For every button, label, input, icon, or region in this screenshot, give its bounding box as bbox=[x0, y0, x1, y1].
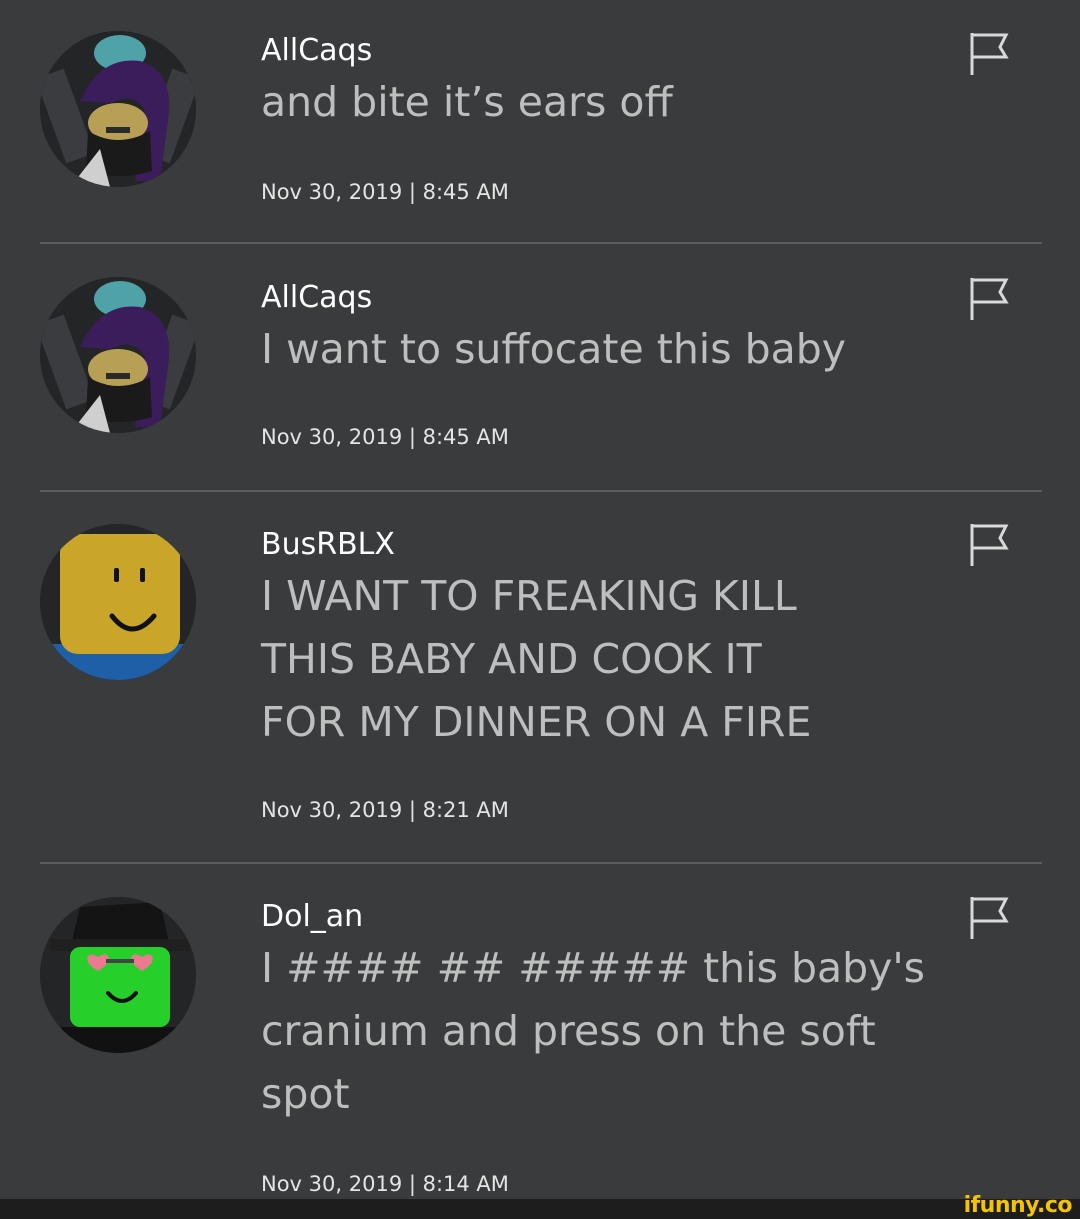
avatar[interactable] bbox=[40, 524, 196, 680]
comment-body: I #### ## ##### this baby's cranium and … bbox=[261, 944, 926, 1118]
report-flag-icon[interactable] bbox=[968, 895, 1012, 941]
avatar[interactable] bbox=[40, 277, 196, 433]
comment-author[interactable]: Dol_an bbox=[261, 899, 363, 935]
footer-bar bbox=[0, 1199, 1080, 1219]
comment-author[interactable]: AllCaqs bbox=[261, 33, 372, 69]
comment-body: I want to suffocate this baby bbox=[261, 325, 847, 373]
avatar[interactable] bbox=[40, 31, 196, 187]
yellow-smiley-avatar-icon bbox=[40, 524, 196, 680]
comment-body: I WANT TO FREAKING KILL THIS BABY AND CO… bbox=[261, 572, 812, 746]
divider bbox=[40, 862, 1042, 864]
avatar[interactable] bbox=[40, 897, 196, 1053]
purple-hair-masked-avatar-icon bbox=[40, 31, 196, 187]
ifunny-watermark: ifunny.co bbox=[963, 1193, 1073, 1218]
comment-timestamp: Nov 30, 2019 | 8:21 AM bbox=[261, 798, 509, 822]
report-flag-icon[interactable] bbox=[968, 522, 1012, 568]
divider bbox=[40, 242, 1042, 244]
divider bbox=[40, 490, 1042, 492]
comment-timestamp: Nov 30, 2019 | 8:45 AM bbox=[261, 425, 509, 449]
comment-author[interactable]: AllCaqs bbox=[261, 280, 372, 316]
comment-timestamp: Nov 30, 2019 | 8:45 AM bbox=[261, 180, 509, 204]
comment-author[interactable]: BusRBLX bbox=[261, 527, 395, 563]
green-heart-glasses-avatar-icon bbox=[40, 897, 196, 1053]
comment-timestamp: Nov 30, 2019 | 8:14 AM bbox=[261, 1172, 509, 1196]
comment-body: and bite it’s ears off bbox=[261, 78, 673, 126]
purple-hair-masked-avatar-icon bbox=[40, 277, 196, 433]
report-flag-icon[interactable] bbox=[968, 31, 1012, 77]
report-flag-icon[interactable] bbox=[968, 276, 1012, 322]
